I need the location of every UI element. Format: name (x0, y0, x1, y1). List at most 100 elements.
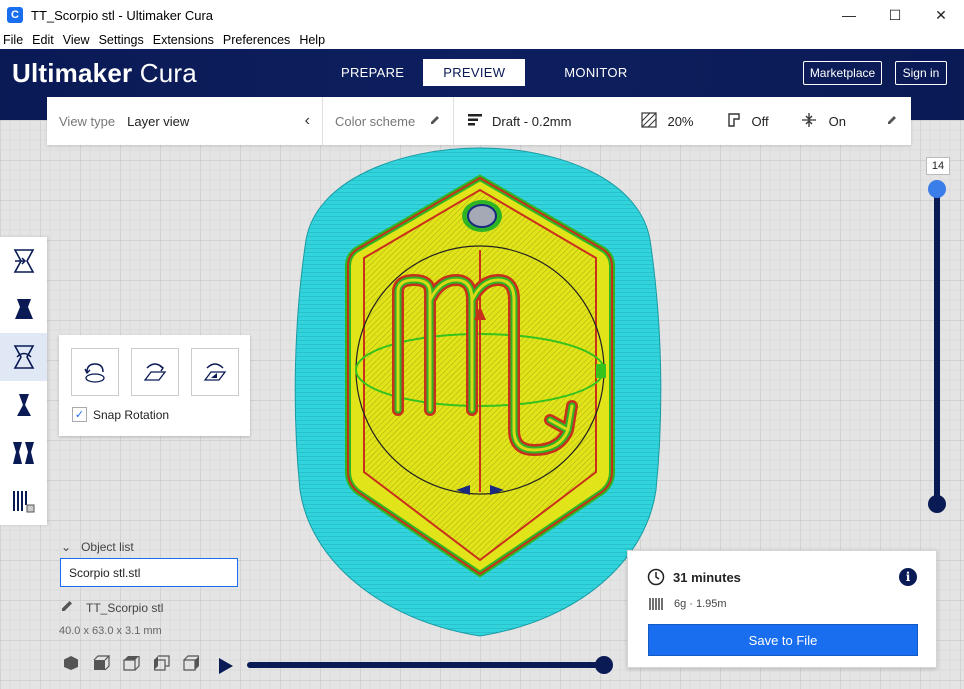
stage-tabs: PREPARE PREVIEW MONITOR (322, 59, 647, 86)
print-time: 31 minutes (647, 568, 741, 586)
menu-edit[interactable]: Edit (29, 33, 57, 47)
view-top-icon (123, 656, 140, 671)
brand-logo: Ultimaker Cura (12, 58, 197, 89)
move-icon (13, 249, 34, 273)
view-type-selector[interactable]: View type Layer view ‹ (47, 97, 323, 145)
object-list-label: Object list (81, 540, 134, 554)
color-scheme-label: Color scheme (335, 113, 416, 129)
view-3d-button[interactable] (62, 655, 92, 671)
window-title: TT_Scorpio stl - Ultimaker Cura (31, 7, 214, 23)
rotate-options-panel: ✓ Snap Rotation (59, 335, 250, 436)
object-list-item[interactable]: Scorpio stl.stl (60, 558, 238, 587)
view-left-button[interactable] (152, 655, 182, 671)
view-toolbar: View type Layer view ‹ Color scheme Draf… (47, 97, 911, 145)
save-to-file-button[interactable]: Save to File (648, 624, 918, 656)
filament-icon (649, 598, 663, 610)
scale-icon (14, 299, 33, 319)
reset-rotation-button[interactable] (71, 348, 119, 396)
support-value: Off (751, 113, 769, 129)
view-left-icon (154, 655, 170, 671)
view-front-button[interactable] (92, 655, 122, 671)
select-face-icon (203, 363, 227, 381)
job-name[interactable]: TT_Scorpio stl (60, 599, 163, 616)
view-front-icon (93, 655, 110, 671)
rotate-icon (13, 345, 34, 369)
tab-preview[interactable]: PREVIEW (423, 59, 526, 86)
snap-rotation-label: Snap Rotation (93, 407, 170, 422)
material-value: 6g · 1.95m (674, 598, 727, 610)
view-right-button[interactable] (182, 655, 212, 671)
clock-icon (647, 568, 665, 586)
print-time-value: 31 minutes (673, 569, 741, 585)
layer-slider-track[interactable] (934, 189, 940, 505)
keyring-hole (467, 204, 497, 228)
mirror-tool-button[interactable] (0, 381, 47, 429)
rotate-handle-green (596, 364, 606, 378)
per-model-icon (12, 442, 34, 464)
settings-pencil-icon[interactable] (886, 114, 898, 129)
view-type-label: View type (59, 113, 116, 129)
cura-app-icon: C (7, 7, 23, 23)
menu-help[interactable]: Help (296, 33, 328, 47)
infill-icon (641, 111, 658, 131)
window-titlebar: C TT_Scorpio stl - Ultimaker Cura — ☐ ✕ (0, 0, 964, 30)
object-list-toggle[interactable]: ⌄ Object list (61, 540, 134, 554)
layer-number-field[interactable]: 14 (926, 157, 950, 175)
edit-pencil-icon[interactable] (60, 599, 74, 616)
scale-tool-button[interactable] (0, 285, 47, 333)
simulation-slider-handle[interactable] (595, 656, 613, 674)
menu-view[interactable]: View (60, 33, 93, 47)
menu-file[interactable]: File (0, 33, 26, 47)
window-controls: — ☐ ✕ (826, 0, 964, 30)
marketplace-button[interactable]: Marketplace (803, 61, 882, 85)
lay-flat-button[interactable] (131, 348, 179, 396)
support-blocker-icon (12, 491, 34, 513)
pencil-icon (429, 114, 441, 129)
select-face-to-build-plate-button[interactable] (191, 348, 239, 396)
chevron-left-icon[interactable]: ‹ (305, 112, 310, 130)
chevron-down-icon: ⌄ (61, 540, 72, 554)
layer-slider-bottom-handle[interactable] (928, 495, 946, 513)
camera-view-buttons (62, 655, 212, 671)
tab-monitor[interactable]: MONITOR (545, 59, 646, 86)
snap-rotation-option[interactable]: ✓ Snap Rotation (72, 407, 169, 422)
minimize-button[interactable]: — (826, 0, 872, 30)
snap-rotation-checkbox[interactable]: ✓ (72, 407, 87, 422)
color-scheme-selector[interactable]: Color scheme (323, 97, 454, 145)
menu-preferences[interactable]: Preferences (220, 33, 293, 47)
support-blocker-button[interactable] (0, 477, 47, 525)
close-button[interactable]: ✕ (918, 0, 964, 30)
play-icon[interactable] (216, 656, 236, 676)
move-tool-button[interactable] (0, 237, 47, 285)
simulation-path-slider[interactable] (247, 662, 604, 668)
infill-value: 20% (667, 113, 694, 129)
job-name-label: TT_Scorpio stl (86, 600, 164, 615)
view-type-value: Layer view (127, 113, 190, 129)
tab-prepare[interactable]: PREPARE (322, 59, 423, 86)
menu-extensions[interactable]: Extensions (150, 33, 217, 47)
profile-icon (468, 113, 482, 129)
profile-value: Draft - 0.2mm (492, 113, 572, 129)
object-dimensions: 40.0 x 63.0 x 3.1 mm (59, 625, 162, 637)
menu-settings[interactable]: Settings (96, 33, 147, 47)
mirror-icon (16, 394, 31, 416)
maximize-button[interactable]: ☐ (872, 0, 918, 30)
adhesion-icon (801, 112, 817, 131)
info-icon[interactable]: i (899, 568, 917, 586)
view-top-button[interactable] (122, 655, 152, 671)
lay-flat-icon (143, 363, 167, 381)
rotate-tool-button[interactable] (0, 333, 47, 381)
menu-bar: File Edit View Settings Extensions Prefe… (0, 30, 964, 49)
reset-rotation-icon (84, 363, 105, 383)
tool-panel (0, 237, 47, 525)
support-icon (726, 112, 742, 131)
adhesion-value: On (828, 113, 846, 129)
view-right-icon (183, 655, 199, 671)
material-estimate: 6g · 1.95m (649, 597, 727, 611)
per-model-settings-button[interactable] (0, 429, 47, 477)
print-information-panel: 31 minutes i 6g · 1.95m Save to File (627, 550, 937, 668)
brand-light: Cura (139, 58, 197, 88)
layer-slider-top-handle[interactable] (928, 180, 946, 198)
sign-in-button[interactable]: Sign in (895, 61, 947, 85)
print-setup-selector[interactable]: Draft - 0.2mm 20% Off On (454, 97, 911, 145)
